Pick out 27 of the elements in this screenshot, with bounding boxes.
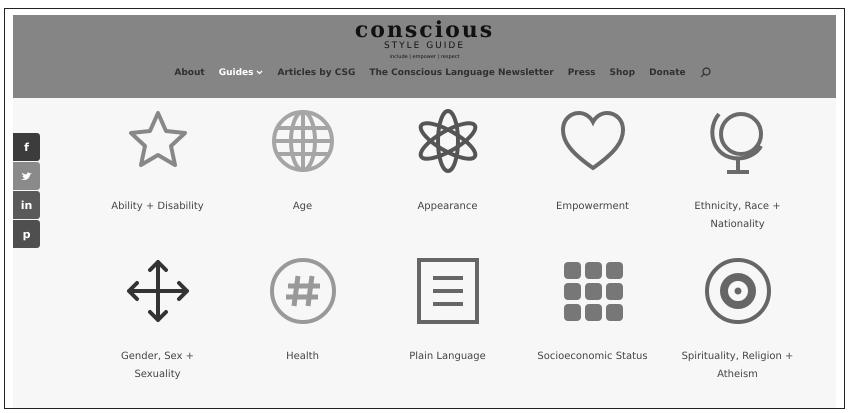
nav-link[interactable]: Articles by CSG: [277, 68, 356, 78]
target-icon: [702, 256, 772, 326]
search-icon[interactable]: [700, 67, 711, 78]
nav-link[interactable]: Donate: [649, 68, 686, 78]
logo-title: conscious: [354, 19, 494, 41]
nav-link[interactable]: Guides: [218, 68, 264, 78]
guide-link[interactable]: Appearance: [417, 198, 478, 216]
guide-link[interactable]: Health: [286, 348, 319, 366]
share-button[interactable]: [13, 162, 40, 190]
guide-link[interactable]: Gender, Sex + Sexuality: [100, 348, 216, 384]
guide-link[interactable]: Ethnicity, Race + Nationality: [680, 198, 796, 234]
nav-link[interactable]: About: [174, 68, 205, 78]
guide-link[interactable]: Spirituality, Religion + Atheism: [680, 348, 796, 384]
share-button[interactable]: p: [13, 220, 40, 248]
share-button[interactable]: in: [13, 191, 40, 219]
nav-link[interactable]: The Conscious Language Newsletter: [369, 68, 554, 78]
share-button[interactable]: f: [13, 133, 40, 161]
hashtag-icon: [268, 256, 338, 326]
nav-link[interactable]: Shop: [610, 68, 636, 78]
guide-link[interactable]: Ability + Disability: [111, 198, 204, 216]
guide-link[interactable]: Socioeconomic Status: [537, 348, 648, 366]
guide-link[interactable]: Empowerment: [556, 198, 629, 216]
nav-link[interactable]: Press: [568, 68, 596, 78]
bird-icon: [21, 172, 32, 180]
guide-link[interactable]: Plain Language: [409, 348, 486, 366]
logo-subtitle: STYLE GUIDE: [384, 41, 466, 52]
guide-link[interactable]: Age: [292, 198, 312, 216]
